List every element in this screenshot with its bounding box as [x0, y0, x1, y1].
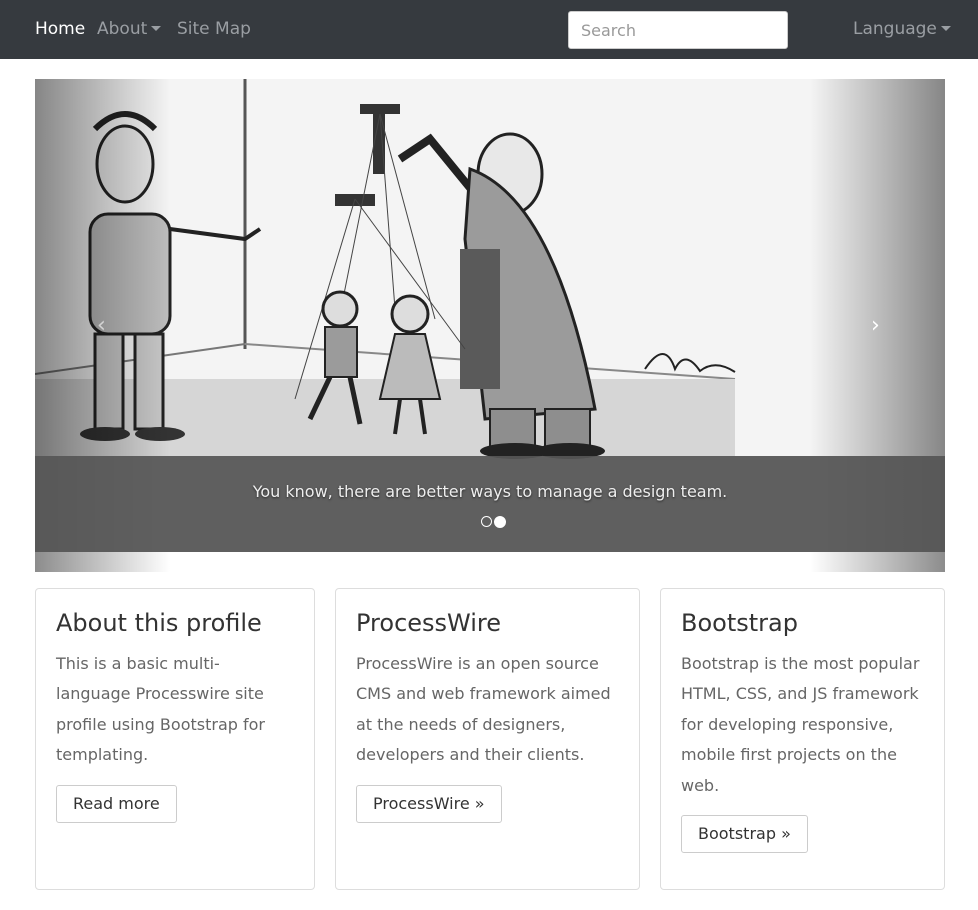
- panel-text: Bootstrap is the most popular HTML, CSS,…: [681, 654, 920, 795]
- processwire-button[interactable]: ProcessWire »: [356, 784, 502, 823]
- carousel-caption: You know, there are better ways to manag…: [252, 482, 728, 501]
- carousel-caption-band: You know, there are better ways to manag…: [35, 456, 945, 552]
- read-more-button[interactable]: Read more: [56, 784, 177, 823]
- panel-processwire: ProcessWire ProcessWire is an open sourc…: [335, 588, 640, 890]
- chevron-down-icon: [940, 25, 951, 31]
- carousel-indicators: [480, 516, 507, 528]
- bootstrap-button[interactable]: Bootstrap »: [681, 815, 808, 854]
- panel-text: This is a basic multi-language Processwi…: [56, 654, 265, 765]
- image-carousel: ‹ › You know, there are better ways to m…: [35, 79, 945, 572]
- panel-about-profile: About this profile This is a basic multi…: [35, 588, 315, 890]
- search-input[interactable]: [568, 11, 788, 49]
- panel-title: Bootstrap: [681, 609, 798, 637]
- chevron-down-icon: [151, 25, 162, 31]
- panel-text: ProcessWire is an open source CMS and we…: [356, 654, 611, 765]
- top-navbar: Home About Site Map Language: [0, 0, 978, 59]
- nav-about-dropdown[interactable]: About: [97, 18, 162, 40]
- carousel-indicator-1[interactable]: [481, 516, 492, 527]
- nav-home-link[interactable]: Home: [35, 18, 85, 40]
- panel-bootstrap: Bootstrap Bootstrap is the most popular …: [660, 588, 945, 890]
- carousel-indicator-2[interactable]: [494, 516, 506, 528]
- language-label: Language: [853, 19, 937, 39]
- panel-title: ProcessWire: [356, 609, 502, 637]
- nav-about-label: About: [97, 19, 148, 39]
- panel-title: About this profile: [56, 609, 262, 637]
- nav-site-map-link[interactable]: Site Map: [177, 18, 251, 40]
- carousel-prev-icon[interactable]: ‹: [97, 311, 106, 341]
- language-dropdown[interactable]: Language: [853, 18, 951, 40]
- carousel-next-icon[interactable]: ›: [871, 311, 880, 341]
